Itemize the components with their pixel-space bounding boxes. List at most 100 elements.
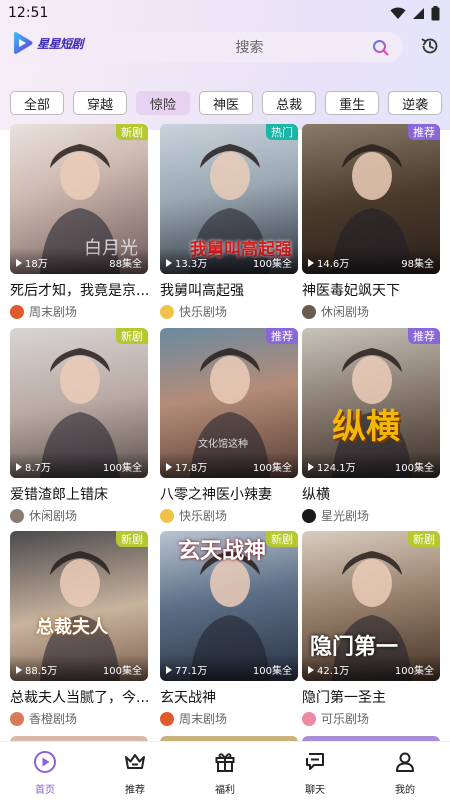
episode-count: 100集全 — [102, 463, 142, 474]
drama-title[interactable]: 隐门第一圣主 — [302, 687, 445, 707]
drama-poster[interactable]: 文化馆这种 推荐 17.8万 100集全 — [160, 328, 298, 478]
drama-card[interactable]: 文化馆这种 推荐 17.8万 100集全 八零之神医小辣妻 快乐剧场 — [160, 328, 298, 524]
wifi-icon — [390, 7, 406, 19]
drama-title[interactable]: 玄天战神 — [160, 687, 303, 707]
source-avatar — [302, 304, 316, 319]
poster-footer: 42.1万 100集全 — [302, 655, 440, 681]
view-count-text: 77.1万 — [175, 666, 208, 677]
drama-badge: 新剧 — [266, 531, 298, 547]
nav-label: 福利 — [215, 785, 235, 796]
history-icon[interactable] — [420, 36, 440, 56]
drama-poster[interactable]: 白月光新剧18万88集全 — [10, 124, 148, 274]
tab-0[interactable]: 全部 — [10, 91, 65, 115]
view-count: 124.1万 — [308, 459, 356, 474]
drama-title[interactable]: 我舅叫高起强 — [160, 280, 303, 300]
drama-poster[interactable]: 总裁夫人 新剧 88.5万 100集全 — [10, 531, 148, 681]
tab-4[interactable]: 总裁 — [262, 91, 317, 115]
drama-title[interactable]: 神医毒妃飒天下 — [302, 280, 445, 300]
drama-source: 快乐剧场 — [160, 303, 298, 320]
view-count-text: 88.5万 — [25, 666, 58, 677]
view-count-text: 13.3万 — [175, 259, 208, 270]
chat-icon — [303, 750, 327, 778]
status-time: 12:51 — [8, 5, 49, 21]
logo-text: 星星短剧 — [37, 36, 84, 51]
drama-source: 星光剧场 — [302, 507, 440, 524]
signal-icon — [413, 7, 424, 19]
source-name: 周末剧场 — [179, 712, 228, 726]
drama-source: 休闲剧场 — [10, 507, 148, 524]
drama-card[interactable]: 我舅叫高起强热门13.3万100集全我舅叫高起强快乐剧场 — [160, 124, 298, 320]
episode-count: 100集全 — [394, 666, 434, 677]
app-logo[interactable]: 星星短剧 — [12, 31, 84, 55]
user-icon — [393, 750, 417, 778]
category-tabs: 全部 穿越 惊险 神医 总裁 重生 逆袭 — [10, 91, 450, 115]
view-count-text: 17.8万 — [175, 463, 208, 474]
play-icon — [308, 462, 314, 471]
play-icon — [16, 665, 22, 674]
drama-badge: 推荐 — [408, 328, 440, 344]
drama-card[interactable]: 推荐 14.6万 98集全 神医毒妃飒天下 休闲剧场 — [302, 124, 440, 320]
nav-item-4[interactable]: 我的 — [360, 742, 450, 796]
drama-badge: 推荐 — [408, 124, 440, 140]
tab-1[interactable]: 穿越 — [73, 91, 128, 115]
nav-item-2[interactable]: 福利 — [180, 742, 270, 796]
drama-badge: 新剧 — [116, 124, 148, 140]
drama-card[interactable]: 玄天战神 新剧 77.1万 100集全 玄天战神 周末剧场 — [160, 531, 298, 727]
poster-footer: 13.3万 100集全 — [160, 248, 298, 274]
logo-play-icon — [14, 32, 33, 54]
drama-poster[interactable]: 新剧 8.7万 100集全 — [10, 328, 148, 478]
drama-title[interactable]: 死后才知，我竟是京... — [10, 280, 153, 300]
view-count-text: 18万 — [25, 259, 48, 270]
drama-poster[interactable]: 隐门第一 新剧 42.1万 100集全 — [302, 531, 440, 681]
tab-5[interactable]: 重生 — [325, 91, 380, 115]
drama-title[interactable]: 纵横 — [302, 484, 445, 504]
play-icon — [308, 258, 314, 267]
drama-badge: 新剧 — [116, 531, 148, 547]
nav-label: 聊天 — [305, 785, 325, 796]
play-icon — [16, 258, 22, 267]
drama-poster[interactable]: 我舅叫高起强热门13.3万100集全 — [160, 124, 298, 274]
source-avatar — [302, 508, 316, 523]
drama-source: 可乐剧场 — [302, 710, 440, 727]
drama-card[interactable]: 新剧 8.7万 100集全 爱错渣郎上错床 休闲剧场 — [10, 328, 148, 524]
source-name: 香橙剧场 — [29, 712, 78, 726]
drama-card[interactable]: 纵横 推荐 124.1万 100集全 纵横星光剧场 — [302, 328, 440, 524]
drama-title[interactable]: 八零之神医小辣妻 — [160, 484, 303, 504]
poster-title-art: 玄天战神 — [178, 539, 267, 564]
tab-6[interactable]: 逆袭 — [388, 91, 443, 115]
drama-title[interactable]: 总裁夫人当腻了，今... — [10, 687, 153, 707]
gift-icon — [213, 750, 237, 778]
view-count: 77.1万 — [166, 662, 207, 677]
poster-title-art: 纵横 — [332, 407, 400, 447]
nav-item-0[interactable]: 首页 — [0, 742, 90, 796]
drama-title[interactable]: 爱错渣郎上错床 — [10, 484, 153, 504]
tab-2[interactable]: 惊险 — [136, 91, 191, 115]
episode-count: 98集全 — [401, 259, 434, 270]
source-name: 休闲剧场 — [29, 509, 78, 523]
drama-card[interactable]: 总裁夫人 新剧 88.5万 100集全 总裁夫人当腻了，今... 香橙剧场 — [10, 531, 149, 727]
search-icon[interactable] — [372, 39, 389, 56]
poster-footer: 17.8万 100集全 — [160, 452, 298, 478]
drama-card[interactable]: 白月光新剧18万88集全死后才知，我竟是京...周末剧场 — [10, 124, 149, 320]
drama-source: 周末剧场 — [10, 303, 148, 320]
drama-card[interactable]: 隐门第一 新剧 42.1万 100集全 隐门第一圣主 可乐剧场 — [302, 531, 440, 727]
play-icon — [16, 462, 22, 471]
drama-source: 快乐剧场 — [160, 507, 298, 524]
poster-title-art: 总裁夫人 — [36, 617, 108, 638]
source-avatar — [160, 711, 174, 726]
drama-poster[interactable]: 玄天战神 新剧 77.1万 100集全 — [160, 531, 298, 681]
nav-item-3[interactable]: 聊天 — [270, 742, 360, 796]
episode-count: 100集全 — [394, 463, 434, 474]
poster-footer: 88.5万 100集全 — [10, 655, 148, 681]
nav-item-1[interactable]: 推荐 — [90, 742, 180, 796]
view-count-text: 8.7万 — [25, 463, 51, 474]
source-avatar — [160, 508, 174, 523]
tab-3[interactable]: 神医 — [199, 91, 254, 115]
drama-badge: 热门 — [266, 124, 298, 140]
episode-count: 100集全 — [102, 666, 142, 677]
drama-poster[interactable]: 推荐 14.6万 98集全 — [302, 124, 440, 274]
poster-footer: 124.1万 100集全 — [302, 452, 440, 478]
view-count: 17.8万 — [166, 459, 207, 474]
search-bar[interactable]: 搜索 — [96, 32, 403, 62]
drama-poster[interactable]: 纵横 推荐 124.1万 100集全 — [302, 328, 440, 478]
